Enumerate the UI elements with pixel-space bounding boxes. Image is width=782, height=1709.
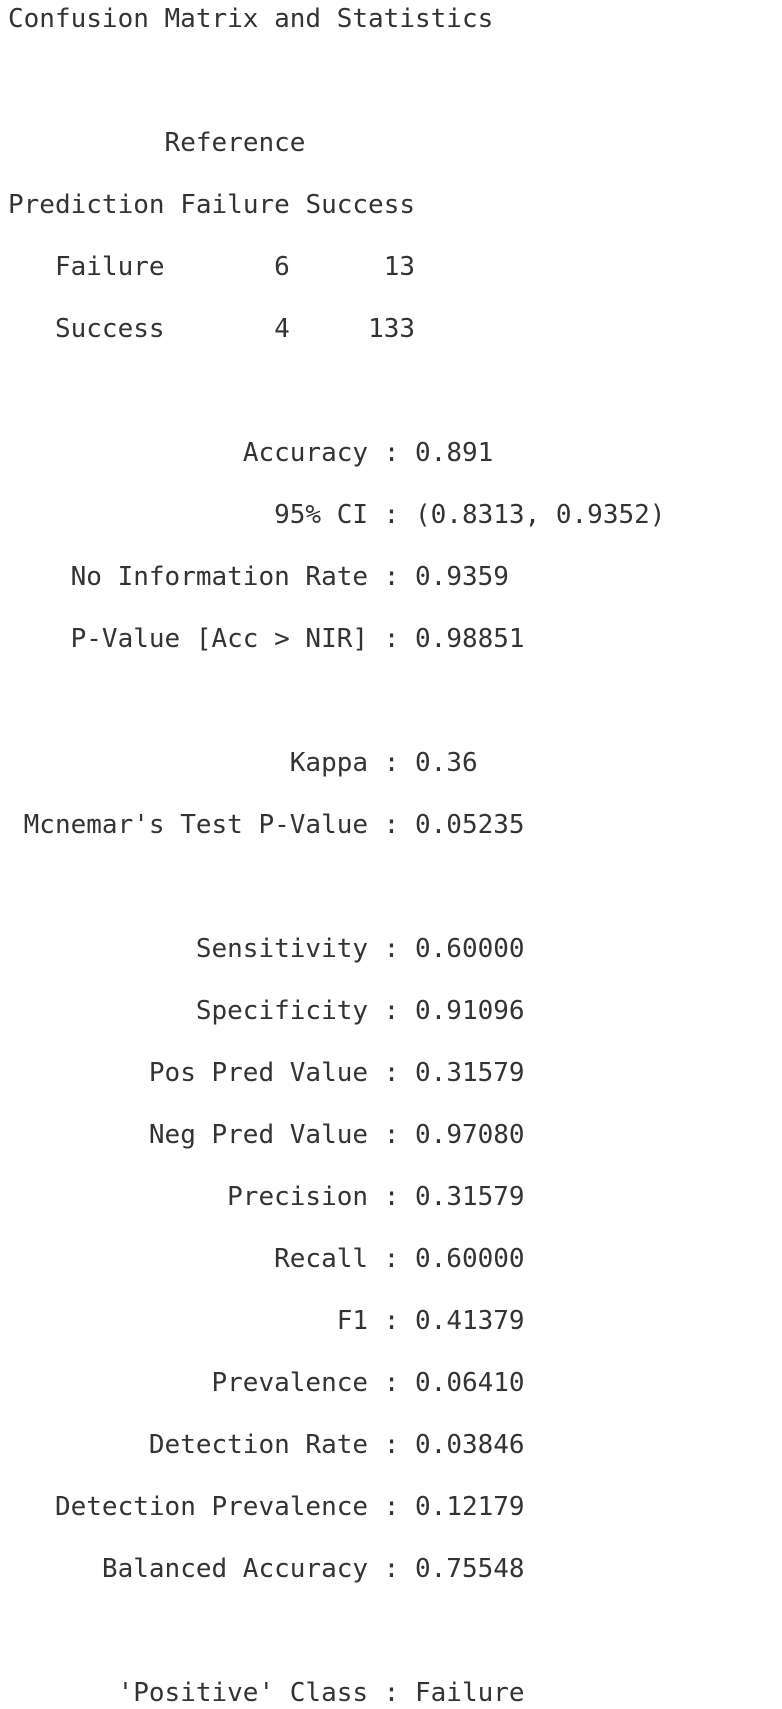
stat-label: Balanced Accuracy bbox=[101, 1554, 369, 1584]
stat-line: Detection Prevalence : 0.12179 bbox=[54, 1492, 525, 1522]
stat-value: 0.06410 bbox=[415, 1368, 525, 1398]
stat-value: 0.91096 bbox=[415, 996, 525, 1026]
positive-class-line: 'Positive' Class : Failure bbox=[117, 1678, 525, 1708]
stat-value: 0.03846 bbox=[415, 1430, 525, 1460]
stat-value: 0.36 bbox=[415, 748, 478, 778]
cell-failure-failure: 6 bbox=[274, 252, 290, 282]
positive-class-value: Failure bbox=[415, 1678, 525, 1708]
stat-line: Detection Rate : 0.03846 bbox=[148, 1430, 525, 1460]
stat-label: Accuracy bbox=[242, 438, 369, 468]
stat-label: Detection Rate bbox=[148, 1430, 369, 1460]
stat-line: 95% CI : (0.8313, 0.9352) bbox=[274, 500, 666, 530]
stat-line: Accuracy : 0.891 bbox=[242, 438, 494, 468]
output-header: Confusion Matrix and Statistics bbox=[8, 4, 494, 34]
stat-line: F1 : 0.41379 bbox=[336, 1306, 525, 1336]
stat-label: 95% CI bbox=[274, 500, 369, 530]
stat-line: Mcnemar's Test P-Value : 0.05235 bbox=[23, 810, 525, 840]
stat-label: Pos Pred Value bbox=[148, 1058, 369, 1088]
stat-label: F1 bbox=[336, 1306, 369, 1336]
stat-label: Mcnemar's Test P-Value bbox=[23, 810, 369, 840]
stat-label: Kappa bbox=[289, 748, 369, 778]
stat-value: 0.31579 bbox=[415, 1182, 525, 1212]
stat-value: 0.05235 bbox=[415, 810, 525, 840]
stat-value: 0.60000 bbox=[415, 934, 525, 964]
matrix-reference-line: Reference bbox=[8, 128, 665, 159]
stat-value: 0.98851 bbox=[415, 624, 525, 654]
column-header-failure: Failure bbox=[180, 190, 290, 220]
stat-value: 0.31579 bbox=[415, 1058, 525, 1088]
stat-line: Pos Pred Value : 0.31579 bbox=[148, 1058, 525, 1088]
stat-line: Precision : 0.31579 bbox=[227, 1182, 525, 1212]
cell-success-success: 133 bbox=[368, 314, 416, 344]
stat-value: 0.891 bbox=[415, 438, 494, 468]
stat-line: Neg Pred Value : 0.97080 bbox=[148, 1120, 525, 1150]
stat-value: 0.60000 bbox=[415, 1244, 525, 1274]
r-console-output: Confusion Matrix and Statistics Referenc… bbox=[8, 4, 665, 1709]
stat-line: Recall : 0.60000 bbox=[274, 1244, 525, 1274]
stat-line: No Information Rate : 0.9359 bbox=[70, 562, 509, 592]
stat-line: Prevalence : 0.06410 bbox=[211, 1368, 525, 1398]
column-header-success: Success bbox=[305, 190, 416, 220]
reference-label: Reference bbox=[164, 128, 306, 158]
row-label-failure: Failure bbox=[54, 252, 165, 282]
stat-value: 0.41379 bbox=[415, 1306, 525, 1336]
stat-label: No Information Rate bbox=[70, 562, 369, 592]
stat-value: (0.8313, 0.9352) bbox=[415, 500, 666, 530]
positive-class-label: 'Positive' Class bbox=[117, 1678, 369, 1708]
stat-line: Kappa : 0.36 bbox=[289, 748, 478, 778]
stat-label: P-Value [Acc > NIR] bbox=[70, 624, 369, 654]
stat-line: Balanced Accuracy : 0.75548 bbox=[101, 1554, 525, 1584]
stat-line: P-Value [Acc > NIR] : 0.98851 bbox=[70, 624, 525, 654]
matrix-row-failure: Failure 6 13 bbox=[8, 252, 665, 283]
prediction-label: Prediction bbox=[8, 190, 165, 220]
stat-label: Sensitivity bbox=[195, 934, 369, 964]
stat-value: 0.97080 bbox=[415, 1120, 525, 1150]
stat-label: Recall bbox=[274, 1244, 369, 1274]
stat-value: 0.9359 bbox=[415, 562, 509, 592]
stat-value: 0.12179 bbox=[415, 1492, 525, 1522]
stat-label: Specificity bbox=[195, 996, 369, 1026]
matrix-row-success: Success 4 133 bbox=[8, 314, 665, 345]
stat-value: 0.75548 bbox=[415, 1554, 525, 1584]
stat-line: Specificity : 0.91096 bbox=[195, 996, 525, 1026]
stat-line: Sensitivity : 0.60000 bbox=[195, 934, 525, 964]
stat-label: Precision bbox=[227, 1182, 369, 1212]
stat-label: Detection Prevalence bbox=[54, 1492, 369, 1522]
stat-label: Neg Pred Value bbox=[148, 1120, 369, 1150]
row-label-success: Success bbox=[54, 314, 165, 344]
cell-failure-success: 13 bbox=[383, 252, 416, 282]
stat-label: Prevalence bbox=[211, 1368, 369, 1398]
matrix-header-line: Prediction Failure Success bbox=[8, 190, 665, 221]
cell-success-failure: 4 bbox=[274, 314, 290, 344]
